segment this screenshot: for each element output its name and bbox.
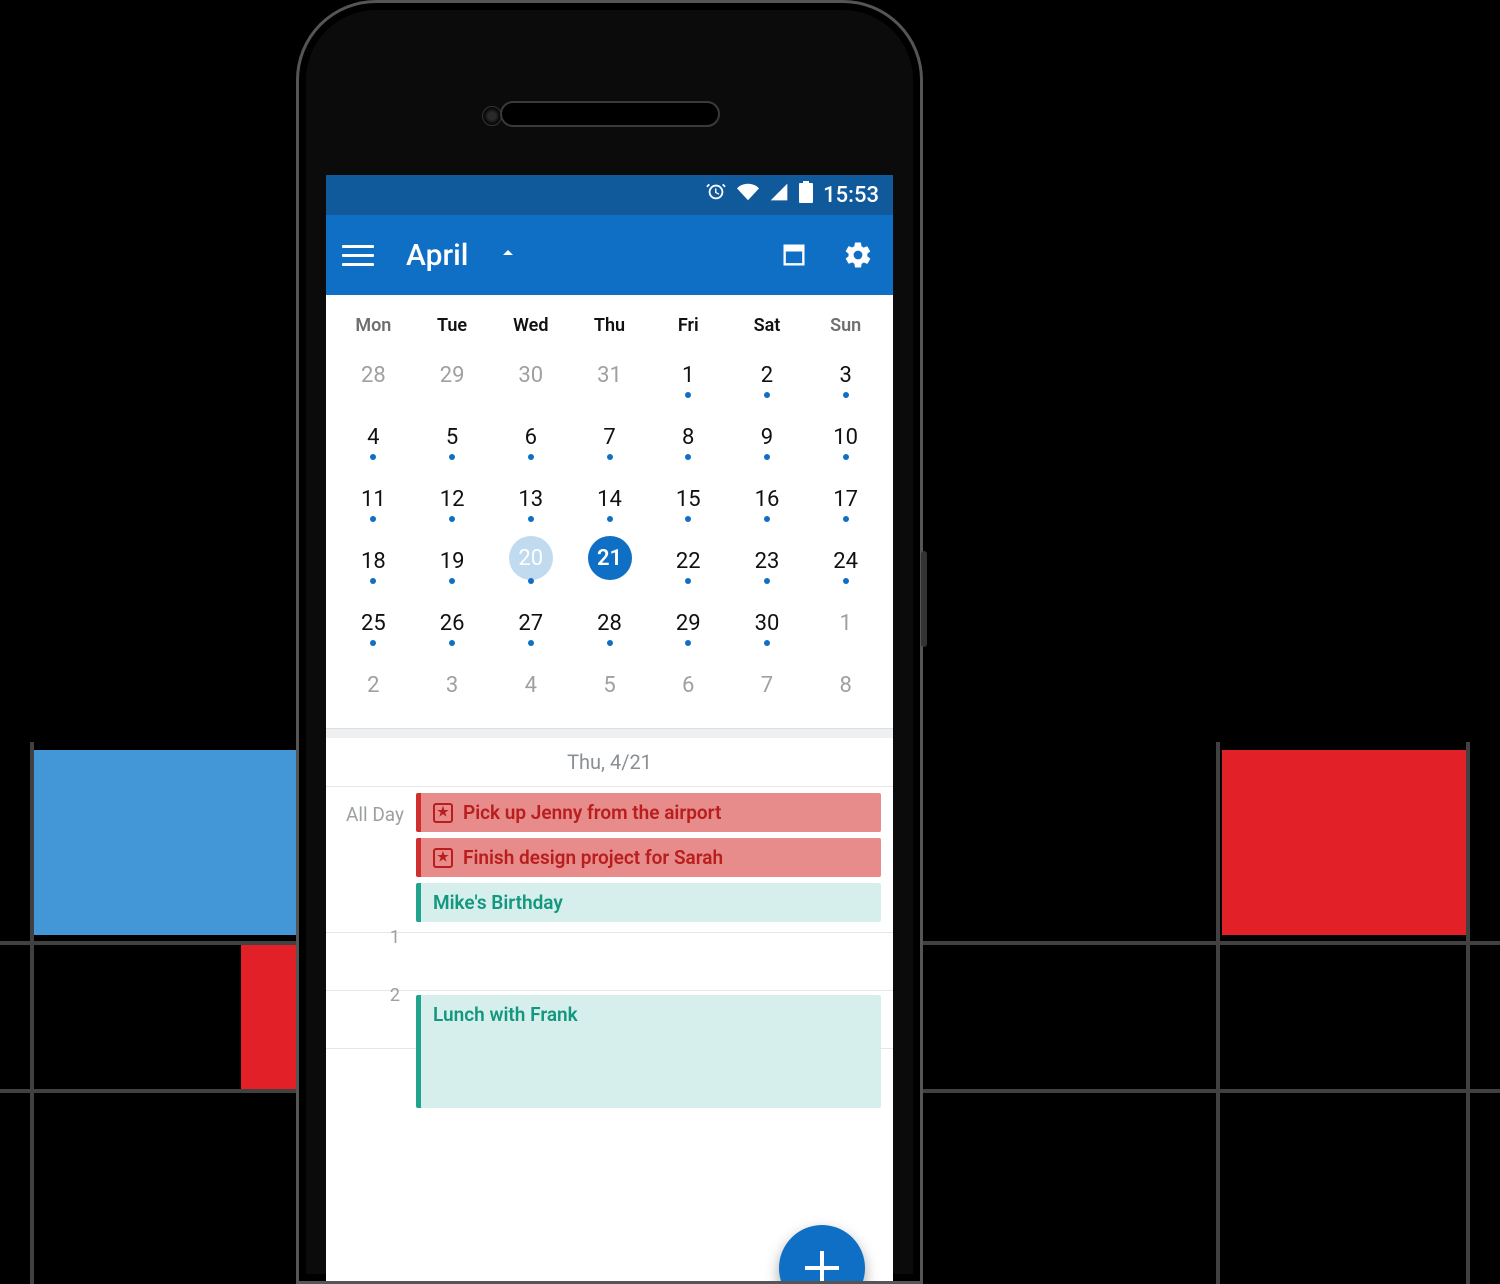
timed-event[interactable]: Lunch with Frank	[416, 995, 881, 1108]
calendar-day[interactable]: 1	[806, 592, 885, 654]
alarm-icon	[705, 181, 727, 209]
phone-frame: 15:53 April MonTueWedThuFriSatSun 282930…	[296, 0, 923, 1284]
bg-block-red-left	[241, 945, 297, 1090]
calendar-day[interactable]: 1	[649, 344, 728, 406]
calendar-day[interactable]: 31	[570, 344, 649, 406]
calendar-day[interactable]: 21	[570, 530, 649, 592]
day-header: Sun	[806, 301, 885, 344]
calendar-day[interactable]: 13	[491, 468, 570, 530]
all-day-event[interactable]: ★ Finish design project for Sarah	[416, 838, 881, 877]
calendar-day[interactable]: 5	[570, 654, 649, 716]
month-picker[interactable]: April	[406, 238, 468, 273]
day-header: Mon	[334, 301, 413, 344]
signal-icon	[769, 182, 789, 208]
calendar-day[interactable]: 6	[649, 654, 728, 716]
calendar-day[interactable]: 29	[413, 344, 492, 406]
day-header: Tue	[413, 301, 492, 344]
day-header: Fri	[649, 301, 728, 344]
calendar-day[interactable]: 15	[649, 468, 728, 530]
bg-block-blue	[33, 750, 297, 935]
calendar-day[interactable]: 28	[570, 592, 649, 654]
calendar-day[interactable]: 23	[728, 530, 807, 592]
menu-icon[interactable]	[342, 239, 374, 271]
calendar-day[interactable]: 11	[334, 468, 413, 530]
calendar-day[interactable]: 8	[806, 654, 885, 716]
chevron-up-icon[interactable]	[496, 241, 520, 269]
day-header: Wed	[491, 301, 570, 344]
phone-screen: 15:53 April MonTueWedThuFriSatSun 282930…	[326, 175, 893, 1281]
today-icon[interactable]	[775, 236, 813, 274]
wifi-icon	[737, 181, 759, 209]
app-bar: April	[326, 215, 893, 295]
all-day-event[interactable]: ★ Pick up Jenny from the airport	[416, 793, 881, 832]
calendar-day[interactable]: 22	[649, 530, 728, 592]
calendar-day[interactable]: 2	[728, 344, 807, 406]
calendar-day[interactable]: 20	[491, 530, 570, 592]
month-calendar: MonTueWedThuFriSatSun 282930311234567891…	[326, 295, 893, 728]
calendar-day[interactable]: 5	[413, 406, 492, 468]
phone-side-button	[921, 551, 927, 647]
calendar-day[interactable]: 7	[570, 406, 649, 468]
calendar-day[interactable]: 10	[806, 406, 885, 468]
bg-gridline	[1216, 742, 1220, 1284]
calendar-day[interactable]: 7	[728, 654, 807, 716]
bg-gridline	[1466, 742, 1470, 1284]
calendar-day[interactable]: 17	[806, 468, 885, 530]
calendar-day[interactable]: 19	[413, 530, 492, 592]
calendar-day[interactable]: 27	[491, 592, 570, 654]
calendar-day[interactable]: 4	[334, 406, 413, 468]
day-header: Thu	[570, 301, 649, 344]
calendar-day[interactable]: 26	[413, 592, 492, 654]
hour-label: 1	[326, 923, 416, 980]
calendar-day[interactable]: 2	[334, 654, 413, 716]
event-title: Finish design project for Sarah	[463, 846, 723, 869]
calendar-day[interactable]: 6	[491, 406, 570, 468]
earpiece-speaker	[500, 101, 720, 127]
calendar-day[interactable]: 28	[334, 344, 413, 406]
calendar-day[interactable]: 14	[570, 468, 649, 530]
section-divider	[326, 728, 893, 738]
calendar-day[interactable]: 29	[649, 592, 728, 654]
event-title: Mike's Birthday	[433, 891, 563, 914]
event-title: Pick up Jenny from the airport	[463, 801, 721, 824]
calendar-day[interactable]: 3	[806, 344, 885, 406]
star-icon: ★	[433, 803, 453, 823]
calendar-day[interactable]: 25	[334, 592, 413, 654]
calendar-day[interactable]: 24	[806, 530, 885, 592]
hour-row[interactable]: 2Lunch with Frank	[326, 991, 893, 1049]
calendar-day[interactable]: 9	[728, 406, 807, 468]
star-icon: ★	[433, 848, 453, 868]
calendar-day[interactable]: 16	[728, 468, 807, 530]
battery-icon	[799, 181, 813, 209]
all-day-event[interactable]: Mike's Birthday	[416, 883, 881, 922]
calendar-day[interactable]: 30	[728, 592, 807, 654]
status-bar: 15:53	[326, 175, 893, 215]
agenda-date-header: Thu, 4/21	[326, 738, 893, 787]
status-time: 15:53	[823, 183, 879, 208]
all-day-label: All Day	[338, 793, 416, 922]
calendar-day[interactable]: 8	[649, 406, 728, 468]
calendar-day[interactable]: 4	[491, 654, 570, 716]
calendar-day[interactable]: 18	[334, 530, 413, 592]
day-header: Sat	[728, 301, 807, 344]
settings-icon[interactable]	[839, 236, 877, 274]
hour-label: 2	[326, 981, 416, 1038]
bg-gridline	[30, 742, 34, 1284]
bg-block-red-right	[1222, 750, 1467, 935]
all-day-section: All Day ★Pick up Jenny from the airport★…	[326, 787, 893, 933]
add-event-fab[interactable]	[779, 1225, 865, 1281]
calendar-day[interactable]: 30	[491, 344, 570, 406]
calendar-day[interactable]: 3	[413, 654, 492, 716]
calendar-day[interactable]: 12	[413, 468, 492, 530]
